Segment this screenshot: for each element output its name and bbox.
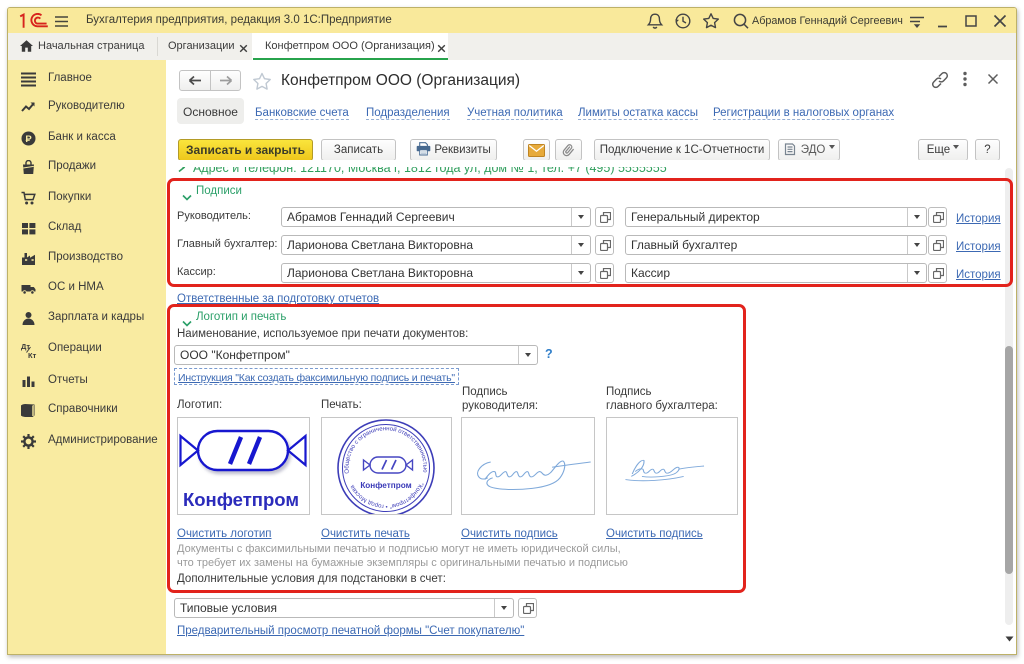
svg-text:Кт: Кт	[28, 351, 37, 358]
svg-text:P: P	[25, 134, 32, 145]
